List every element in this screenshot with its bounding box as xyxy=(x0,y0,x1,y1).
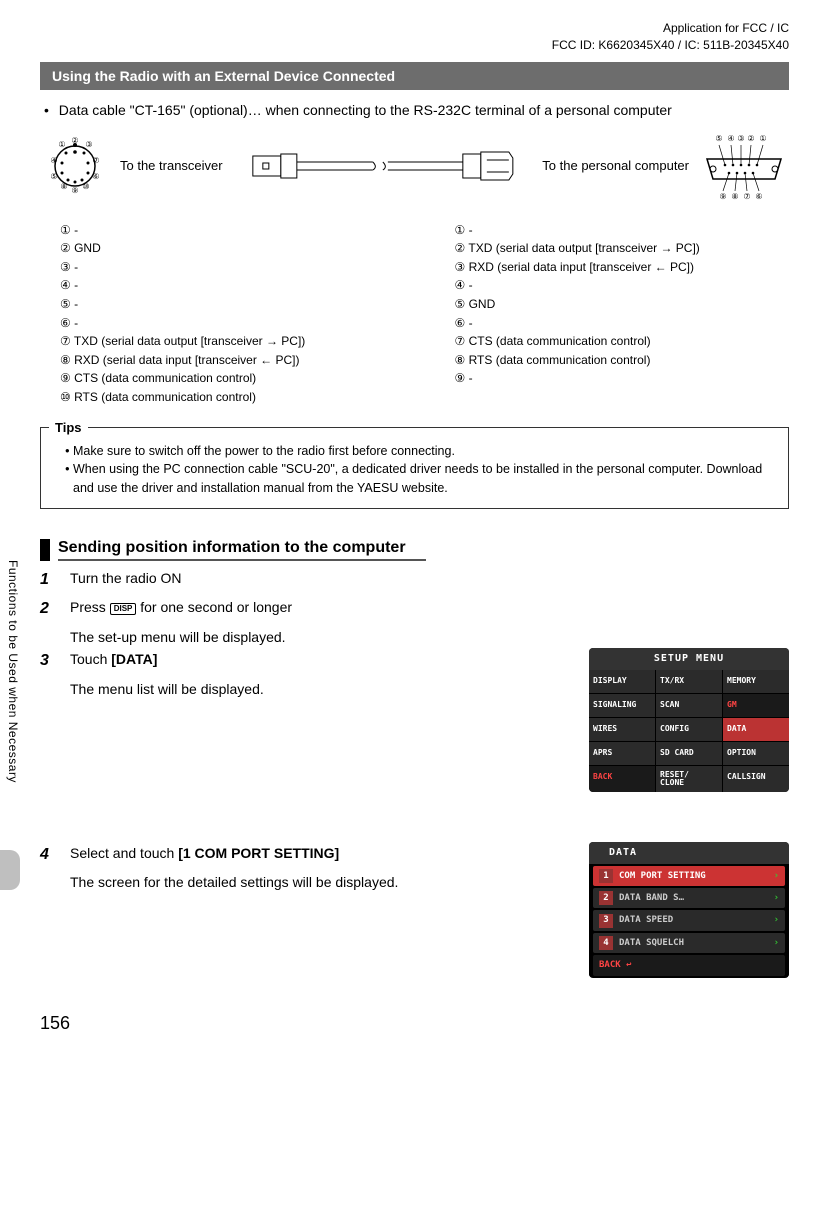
header-line2: FCC ID: K6620345X40 / IC: 511B-20345X40 xyxy=(40,37,789,54)
data-menu-title: DATA xyxy=(589,842,789,864)
pin-definition-lists: ① - ② GND ③ - ④ - ⑤ - ⑥ - ⑦ TXD (serial … xyxy=(60,221,789,407)
menu-cell-txrx[interactable]: TX/RX xyxy=(656,670,722,693)
step-2-sub: The set-up menu will be displayed. xyxy=(70,626,789,648)
svg-text:④: ④ xyxy=(727,134,734,143)
data-menu-row[interactable]: 4DATA SQUELCH› xyxy=(593,933,785,953)
step-1-body: Turn the radio ON xyxy=(70,567,789,593)
svg-text:⑩: ⑩ xyxy=(82,182,89,191)
intro-bullet: Data cable "CT-165" (optional)… when con… xyxy=(40,100,789,121)
setup-menu-screen: SETUP MENU DISPLAY TX/RX MEMORY SIGNALIN… xyxy=(589,648,789,791)
tip-item-1: Make sure to switch off the power to the… xyxy=(73,442,774,461)
to-transceiver-label: To the transceiver xyxy=(120,158,223,173)
tip-item-2: When using the PC connection cable "SCU-… xyxy=(73,460,774,498)
svg-text:⑨: ⑨ xyxy=(719,192,726,201)
svg-text:⑤: ⑤ xyxy=(715,134,722,143)
menu-cell-display[interactable]: DISPLAY xyxy=(589,670,655,693)
menu-cell-config[interactable]: CONFIG xyxy=(656,718,722,741)
svg-text:②: ② xyxy=(71,136,78,145)
step-2-body: Press DISP for one second or longer xyxy=(70,596,789,622)
step-3-body: Touch [DATA] xyxy=(70,648,569,674)
pc-connector-diagram: ⑤④③②① ⑨⑧⑦⑥ xyxy=(699,131,789,201)
svg-text:⑧: ⑧ xyxy=(731,192,738,201)
svg-text:③: ③ xyxy=(85,140,92,149)
step-number: 1 xyxy=(40,567,58,593)
menu-cell-signaling[interactable]: SIGNALING xyxy=(589,694,655,717)
step-number: 4 xyxy=(40,842,58,868)
pin-list-right: ① - ② TXD (serial data output [transceiv… xyxy=(455,221,790,407)
menu-cell-data[interactable]: DATA xyxy=(723,718,789,741)
header-line1: Application for FCC / IC xyxy=(40,20,789,37)
menu-cell-memory[interactable]: MEMORY xyxy=(723,670,789,693)
side-tab-thumb xyxy=(0,850,20,890)
menu-cell-sdcard[interactable]: SD CARD xyxy=(656,742,722,765)
step-4-body: Select and touch [1 COM PORT SETTING] xyxy=(70,842,569,868)
to-pc-label: To the personal computer xyxy=(542,158,689,173)
header-application-info: Application for FCC / IC FCC ID: K662034… xyxy=(40,20,789,54)
page-number: 156 xyxy=(40,1013,70,1034)
svg-text:⑥: ⑥ xyxy=(755,192,762,201)
tips-box: Tips Make sure to switch off the power t… xyxy=(40,427,789,509)
svg-text:⑨: ⑨ xyxy=(71,186,78,195)
menu-cell-wires[interactable]: WIRES xyxy=(589,718,655,741)
svg-text:①: ① xyxy=(759,134,766,143)
svg-text:⑥: ⑥ xyxy=(92,172,99,181)
transceiver-connector-diagram: ① ② ③ ④ ⑦ ⑤ ⑥ ⑧ ⑨ ⑩ xyxy=(40,131,110,201)
menu-cell-gm[interactable]: GM xyxy=(723,694,789,717)
setup-menu-title: SETUP MENU xyxy=(589,648,789,670)
cable-body-diagram xyxy=(233,146,533,186)
svg-text:④: ④ xyxy=(50,156,57,165)
svg-text:①: ① xyxy=(58,140,65,149)
menu-cell-callsign[interactable]: CALLSIGN xyxy=(723,766,789,792)
svg-text:⑤: ⑤ xyxy=(50,172,57,181)
tips-label: Tips xyxy=(49,418,88,438)
data-menu-back[interactable]: BACK ↩ xyxy=(593,955,785,975)
svg-text:⑦: ⑦ xyxy=(743,192,750,201)
subsection-black-bar xyxy=(40,539,50,561)
menu-cell-back[interactable]: BACK xyxy=(589,766,655,792)
step-number: 2 xyxy=(40,596,58,622)
disp-key-icon: DISP xyxy=(110,603,137,615)
data-menu-row[interactable]: 2DATA BAND S…› xyxy=(593,888,785,908)
data-menu-list: 1COM PORT SETTING›2DATA BAND S…›3DATA SP… xyxy=(589,866,789,976)
subsection-title-row: Sending position information to the comp… xyxy=(40,539,789,561)
svg-text:②: ② xyxy=(747,134,754,143)
svg-text:⑦: ⑦ xyxy=(92,156,99,165)
subsection-title-text: Sending position information to the comp… xyxy=(58,539,426,561)
svg-text:⑧: ⑧ xyxy=(60,182,67,191)
section-title-bar: Using the Radio with an External Device … xyxy=(40,62,789,90)
data-menu-row[interactable]: 1COM PORT SETTING› xyxy=(593,866,785,886)
menu-cell-option[interactable]: OPTION xyxy=(723,742,789,765)
menu-cell-aprs[interactable]: APRS xyxy=(589,742,655,765)
menu-cell-reset-clone[interactable]: RESET/ CLONE xyxy=(656,766,722,792)
data-menu-screen: DATA 1COM PORT SETTING›2DATA BAND S…›3DA… xyxy=(589,842,789,978)
menu-cell-scan[interactable]: SCAN xyxy=(656,694,722,717)
side-tab-label: Functions to be Used when Necessary xyxy=(6,560,20,840)
data-menu-row[interactable]: 3DATA SPEED› xyxy=(593,910,785,930)
steps-list: 1 Turn the radio ON 2 Press DISP for one… xyxy=(40,567,789,1008)
pin-list-left: ① - ② GND ③ - ④ - ⑤ - ⑥ - ⑦ TXD (serial … xyxy=(60,221,395,407)
svg-text:③: ③ xyxy=(737,134,744,143)
cable-diagram-row: ① ② ③ ④ ⑦ ⑤ ⑥ ⑧ ⑨ ⑩ To the transceiver T… xyxy=(40,131,789,201)
step-number: 3 xyxy=(40,648,58,674)
